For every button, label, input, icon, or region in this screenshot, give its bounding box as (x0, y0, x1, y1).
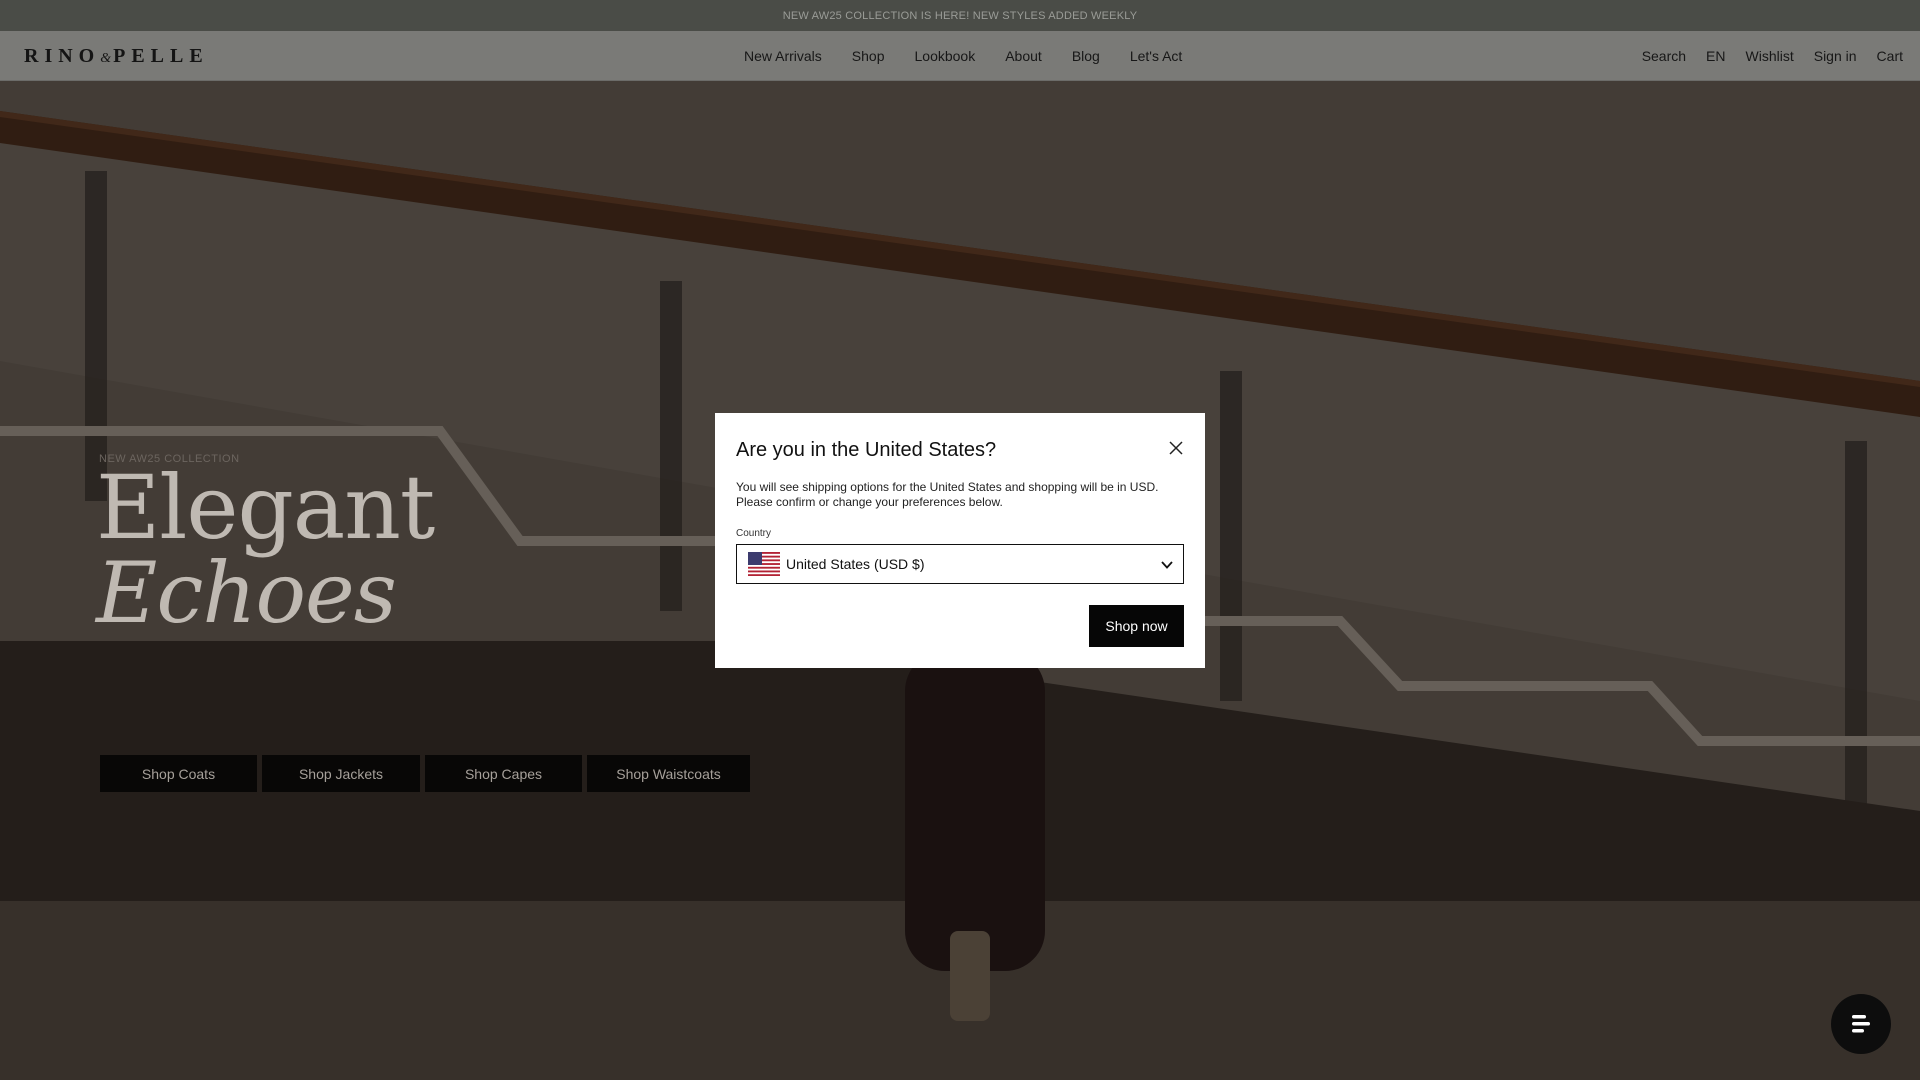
language-selector[interactable]: EN (1706, 48, 1725, 64)
shop-coats-button[interactable]: Shop Coats (100, 755, 257, 792)
logo-ampersand: & (100, 51, 114, 66)
hero-title-line-1: Elegant (96, 456, 435, 559)
logo-part-2: PELLE (113, 45, 209, 67)
country-select[interactable]: United States (USD $) (736, 544, 1184, 584)
nav-shop[interactable]: Shop (852, 48, 885, 64)
nav-new-arrivals[interactable]: New Arrivals (744, 48, 822, 64)
cart-link[interactable]: Cart (1877, 48, 1903, 64)
country-modal: Are you in the United States? You will s… (715, 413, 1205, 668)
nav-lets-act[interactable]: Let's Act (1130, 48, 1182, 64)
modal-title: Are you in the United States? (736, 439, 997, 461)
shop-now-button[interactable]: Shop now (1089, 605, 1184, 647)
logo-part-1: RINO (24, 45, 101, 67)
site-header: RINO&PELLE New Arrivals Shop Lookbook Ab… (0, 31, 1920, 81)
shop-waistcoats-button[interactable]: Shop Waistcoats (587, 755, 750, 792)
chat-icon (1852, 1015, 1870, 1033)
signin-link[interactable]: Sign in (1814, 48, 1857, 64)
chevron-down-icon (1161, 561, 1173, 569)
us-flag-icon (748, 552, 780, 576)
wishlist-link[interactable]: Wishlist (1746, 48, 1794, 64)
nav-lookbook[interactable]: Lookbook (915, 48, 976, 64)
chat-button[interactable] (1831, 994, 1891, 1054)
shop-jackets-button[interactable]: Shop Jackets (262, 755, 420, 792)
hero-category-buttons: Shop Coats Shop Jackets Shop Capes Shop … (100, 755, 750, 792)
utility-nav: Search EN Wishlist Sign in Cart (1622, 31, 1903, 81)
country-value: United States (USD $) (786, 556, 925, 572)
modal-description: You will see shipping options for the Un… (736, 480, 1159, 509)
shop-capes-button[interactable]: Shop Capes (425, 755, 582, 792)
announcement-bar: NEW AW25 COLLECTION IS HERE! NEW STYLES … (0, 0, 1920, 31)
search-link[interactable]: Search (1642, 48, 1686, 64)
nav-about[interactable]: About (1005, 48, 1042, 64)
brand-logo[interactable]: RINO&PELLE (24, 45, 209, 68)
announcement-text: NEW AW25 COLLECTION IS HERE! NEW STYLES … (782, 9, 1138, 22)
hero-title-line-2: Echoes (96, 544, 397, 642)
country-label: Country (736, 528, 772, 539)
close-icon[interactable] (1167, 439, 1185, 457)
main-nav: New Arrivals Shop Lookbook About Blog Le… (744, 31, 1212, 81)
nav-blog[interactable]: Blog (1072, 48, 1100, 64)
